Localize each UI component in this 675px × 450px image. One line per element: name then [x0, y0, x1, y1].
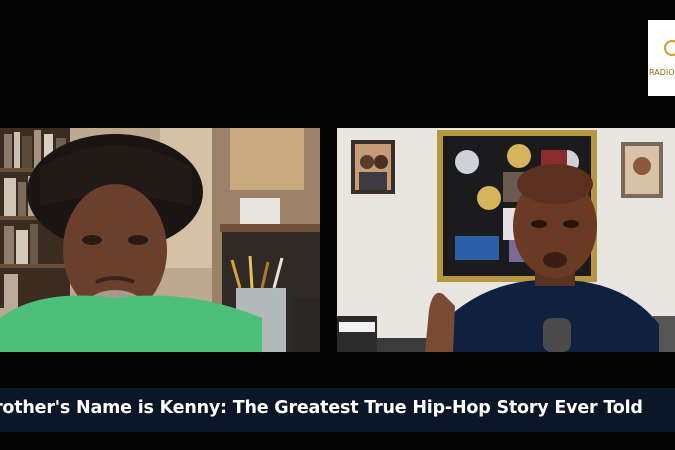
video-frame-right [337, 128, 675, 352]
video-frame-left [0, 128, 320, 352]
wall-photo-right [621, 142, 663, 198]
video-tile-host-right[interactable] [337, 128, 675, 352]
logo-text: RADIO [649, 68, 675, 77]
episode-title: rother's Name is Kenny: The Greatest Tru… [0, 398, 643, 418]
channel-logo: RADIO [648, 20, 675, 96]
caption-bar: rother's Name is Kenny: The Greatest Tru… [0, 388, 675, 432]
wall-photo-left [351, 140, 395, 194]
logo-emblem-icon [664, 40, 675, 56]
video-tile-guest-left[interactable] [0, 128, 320, 352]
